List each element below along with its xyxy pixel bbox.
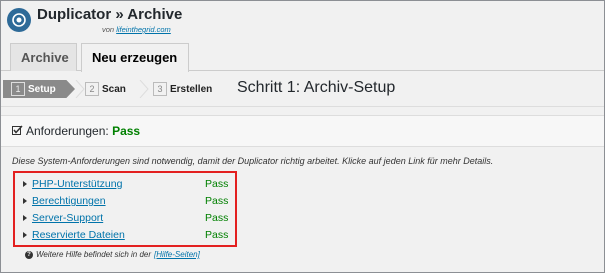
step-number: 1 (11, 82, 25, 96)
step-progress-bar: 1 Setup 2 Scan 3 Erstellen Schritt 1: Ar… (1, 73, 604, 107)
requirements-title: Anforderungen: (26, 124, 109, 138)
chevron-right-icon (139, 80, 149, 98)
list-item: Reservierte Dateien Pass (15, 228, 235, 244)
tab-bar: Archive Neu erzeugen (1, 37, 604, 72)
requirement-link[interactable]: PHP-Unterstützung (32, 178, 122, 190)
help-note: ? Weitere Hilfe befindet sich in der [Hi… (25, 250, 200, 259)
list-item: PHP-Unterstützung Pass (15, 177, 235, 193)
question-circle-icon: ? (25, 250, 33, 259)
list-item: Server-Support Pass (15, 211, 235, 227)
step-setup: 1 Setup (3, 80, 75, 98)
triangle-right-icon[interactable] (23, 181, 27, 187)
list-item: Berechtigungen Pass (15, 194, 235, 210)
requirements-label: Anforderungen: Pass (26, 124, 140, 138)
triangle-right-icon[interactable] (23, 232, 27, 238)
requirement-status: Pass (205, 212, 229, 224)
duplicator-logo-icon (7, 8, 31, 32)
requirement-link[interactable]: Server-Support (32, 212, 103, 224)
page-header: Duplicator » Archive von lifeinthegrid.c… (7, 4, 407, 38)
triangle-right-icon[interactable] (23, 215, 27, 221)
chevron-right-icon (75, 80, 85, 98)
step-label: Scan (102, 83, 126, 95)
step-number: 2 (85, 82, 99, 96)
page-title: Duplicator » Archive (37, 6, 183, 23)
requirements-status: Pass (112, 124, 141, 138)
requirements-list: PHP-Unterstützung Pass Berechtigungen Pa… (13, 171, 237, 247)
step-label: Erstellen (170, 83, 213, 95)
checkbox-check-icon (12, 125, 23, 135)
byline-prefix: von (102, 25, 115, 34)
requirement-link[interactable]: Berechtigungen (32, 195, 106, 207)
tab-neu-erzeugen[interactable]: Neu erzeugen (81, 43, 189, 72)
requirements-description: Diese System-Anforderungen sind notwendi… (12, 156, 494, 166)
tab-archive[interactable]: Archive (10, 43, 77, 71)
requirements-panel-header[interactable]: Anforderungen: Pass (1, 115, 604, 147)
requirement-status: Pass (205, 178, 229, 190)
app-frame: Duplicator » Archive von lifeinthegrid.c… (0, 0, 605, 273)
step-erstellen: 3 Erstellen (153, 80, 212, 98)
triangle-right-icon[interactable] (23, 198, 27, 204)
requirement-status: Pass (205, 195, 229, 207)
step-label: Setup (28, 83, 56, 95)
requirement-link[interactable]: Reservierte Dateien (32, 229, 125, 241)
step-title: Schritt 1: Archiv-Setup (237, 79, 396, 96)
help-pages-link[interactable]: [Hilfe-Seiten] (154, 250, 200, 259)
step-number: 3 (153, 82, 167, 96)
byline: von lifeinthegrid.com (102, 25, 171, 34)
requirement-status: Pass (205, 229, 229, 241)
step-scan: 2 Scan (85, 80, 126, 98)
help-text: Weitere Hilfe befindet sich in der (36, 250, 152, 259)
author-link[interactable]: lifeinthegrid.com (116, 25, 171, 34)
